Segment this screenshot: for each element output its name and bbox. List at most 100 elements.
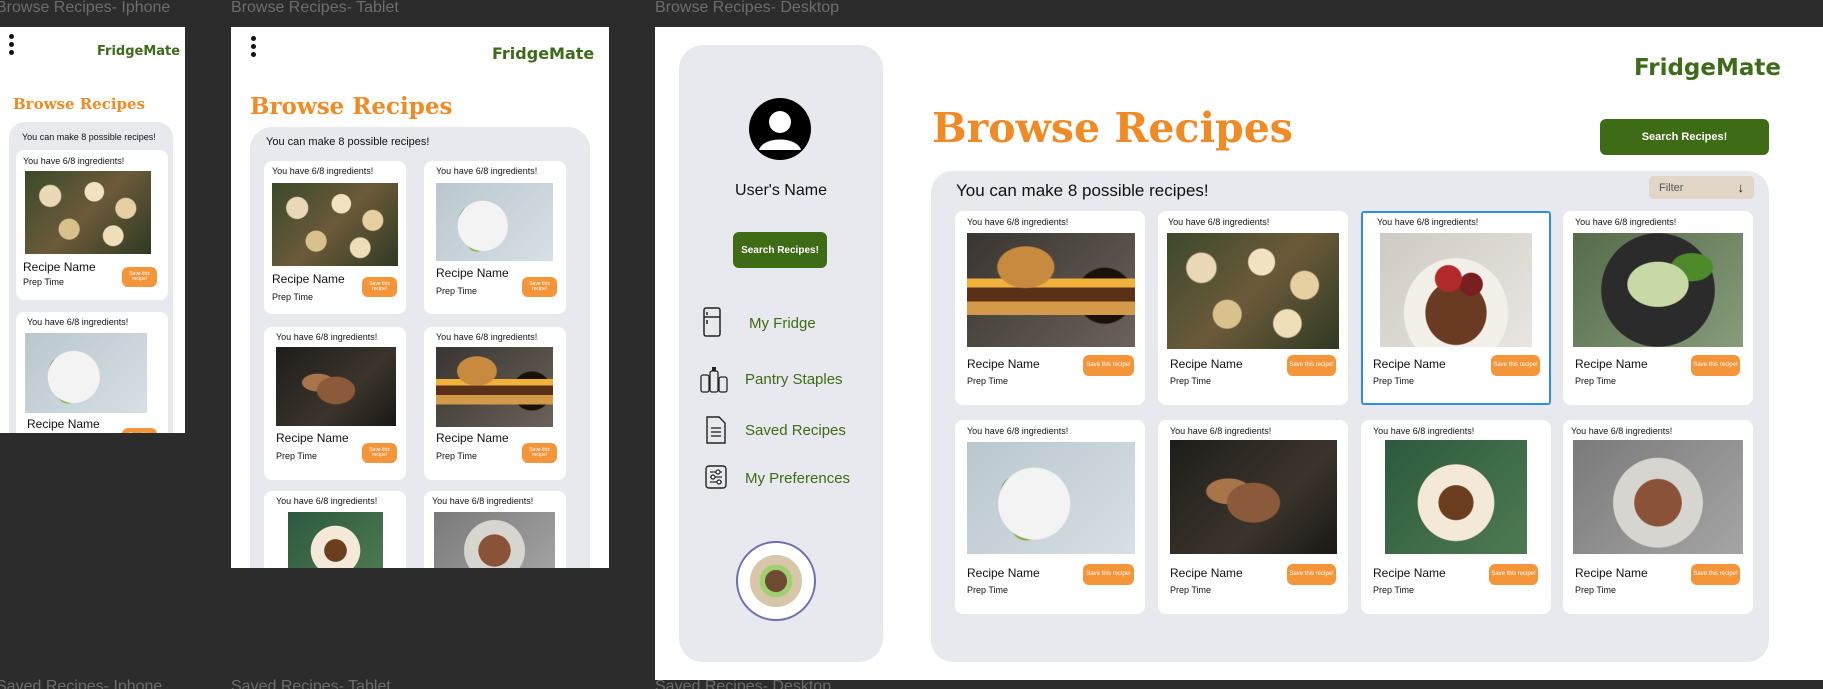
recipe-card[interactable]: You have 6/8 ingredients! Recipe Name Sa… (16, 312, 168, 433)
logo-bowl-icon (736, 541, 816, 621)
desktop-frame: User's Name Search Recipes! My Fridge Pa… (655, 27, 1823, 680)
recipe-name: Recipe Name (1170, 357, 1243, 371)
prep-time: Prep Time (272, 292, 314, 302)
ingredients-count: You have 6/8 ingredients! (27, 317, 129, 327)
recipe-name: Recipe Name (1575, 357, 1648, 371)
prep-time: Prep Time (967, 585, 1009, 595)
page-title: Browse Recipes (932, 104, 1293, 152)
prep-time: Prep Time (1373, 376, 1415, 386)
ingredients-count: You have 6/8 ingredients! (967, 426, 1069, 436)
recipe-card[interactable]: You have 6/8 ingredients! Recipe Name Pr… (1563, 420, 1753, 614)
recipe-card[interactable]: You have 6/8 ingredients! Recipe Name Pr… (955, 420, 1145, 614)
page-title: Browse Recipes (250, 93, 453, 120)
document-icon (705, 416, 727, 444)
possible-recipes-text: You can make 8 possible recipes! (266, 136, 430, 148)
frame-label-saved-iphone: Saved Recipes- Iphone (0, 678, 163, 689)
recipe-card[interactable]: You have 6/8 ingredients! Recipe Name Pr… (1361, 420, 1551, 614)
arrow-down-icon: ↓ (1737, 180, 1745, 195)
save-recipe-button[interactable]: Save this recipe! (122, 267, 157, 287)
ingredients-count: You have 6/8 ingredients! (967, 217, 1069, 227)
recipe-card[interactable]: You have 6/8 ingredients! Recipe Name Pr… (955, 211, 1145, 405)
ingredients-count: You have 6/8 ingredients! (1168, 217, 1270, 227)
prep-time: Prep Time (967, 376, 1009, 386)
recipe-card[interactable]: You have 6/8 ingredients! (264, 491, 406, 568)
sidebar-search-button[interactable]: Search Recipes! (733, 232, 827, 268)
sidebar: User's Name Search Recipes! My Fridge Pa… (679, 45, 883, 662)
recipe-image (25, 171, 151, 254)
iphone-frame: FridgeMate Browse Recipes You can make 8… (0, 27, 185, 433)
brand-logo: FridgeMate (1634, 55, 1781, 81)
sidebar-item-label: Pantry Staples (745, 370, 843, 388)
recipe-image (288, 512, 383, 568)
recipe-card[interactable]: You have 6/8 ingredients! Recipe Name Pr… (16, 150, 168, 300)
save-recipe-button[interactable]: Save this recipe! (1287, 564, 1336, 585)
recipe-card[interactable]: You have 6/8 ingredients! Recipe Name Pr… (1158, 211, 1348, 405)
save-recipe-button[interactable]: Save this recipe! (522, 443, 557, 463)
recipe-name: Recipe Name (1373, 357, 1446, 371)
prep-time: Prep Time (1170, 585, 1212, 595)
filter-label: Filter (1659, 181, 1684, 194)
frame-label-saved-tablet: Saved Recipes- Tablet (231, 678, 391, 689)
ingredients-count: You have 6/8 ingredients! (276, 332, 378, 342)
recipe-name: Recipe Name (967, 566, 1040, 580)
possible-recipes-text: You can make 8 possible recipes! (22, 132, 156, 142)
ingredients-count: You have 6/8 ingredients! (276, 496, 378, 506)
recipe-image (967, 442, 1135, 554)
recipe-name: Recipe Name (1170, 566, 1243, 580)
sidebar-item-pantry-staples[interactable]: Pantry Staples (699, 365, 843, 393)
prep-time: Prep Time (1575, 585, 1617, 595)
recipe-card[interactable]: You have 6/8 ingredients! Recipe Name Pr… (264, 327, 406, 480)
recipe-image (1380, 233, 1532, 347)
save-recipe-button[interactable]: Save this recipe! (1287, 355, 1336, 376)
pantry-icon (699, 365, 729, 393)
recipe-image (25, 333, 147, 413)
recipe-card-selected[interactable]: You have 6/8 ingredients! Recipe Name Pr… (1361, 211, 1551, 405)
save-recipe-button[interactable]: Save this recipe! (1083, 355, 1134, 376)
save-recipe-button[interactable]: Save this recipe! (1491, 355, 1540, 376)
save-recipe-button[interactable]: Save this recipe! (362, 277, 397, 297)
sliders-icon (705, 465, 727, 491)
recipe-card[interactable]: You have 6/8 ingredients! Recipe Name Pr… (424, 161, 566, 314)
sidebar-item-label: My Fridge (749, 314, 816, 332)
menu-icon[interactable] (251, 36, 256, 57)
recipe-card[interactable]: You have 6/8 ingredients! Recipe Name Pr… (264, 161, 406, 314)
ingredients-count: You have 6/8 ingredients! (1575, 217, 1677, 227)
avatar-icon[interactable] (749, 98, 811, 160)
sidebar-item-my-fridge[interactable]: My Fridge (701, 307, 816, 339)
save-recipe-button[interactable]: Save this recipe! (1691, 355, 1740, 376)
recipe-card[interactable]: You have 6/8 ingredients! Recipe Name Pr… (1158, 420, 1348, 614)
prep-time: Prep Time (1373, 585, 1415, 595)
save-recipe-button[interactable]: Save this recipe! (1691, 564, 1740, 585)
save-recipe-button[interactable]: Save this recipe! (1083, 564, 1134, 585)
ingredients-count: You have 6/8 ingredients! (272, 166, 374, 176)
fridge-icon (701, 307, 725, 339)
filter-dropdown[interactable]: Filter ↓ (1649, 176, 1754, 199)
recipe-card[interactable]: You have 6/8 ingredients! Recipe Name Pr… (1563, 211, 1753, 405)
sidebar-item-my-preferences[interactable]: My Preferences (705, 465, 850, 491)
recipe-image (436, 347, 553, 427)
recipe-card[interactable]: You have 6/8 ingredients! Recipe Name Pr… (424, 327, 566, 480)
sidebar-item-saved-recipes[interactable]: Saved Recipes (705, 416, 846, 444)
recipe-card[interactable]: You have 6/8 ingredients! (424, 491, 566, 568)
recipe-image (1385, 440, 1527, 554)
save-recipe-button[interactable]: Save this recipe! (1489, 564, 1538, 585)
recipe-image (967, 233, 1135, 347)
recipe-name: Recipe Name (272, 272, 345, 286)
save-recipe-button[interactable]: Save this recipe! (522, 277, 557, 297)
ingredients-count: You have 6/8 ingredients! (436, 166, 538, 176)
search-recipes-button[interactable]: Search Recipes! (1600, 119, 1769, 155)
ingredients-count: You have 6/8 ingredients! (1377, 217, 1479, 227)
recipe-name: Recipe Name (436, 266, 509, 280)
recipe-image (1573, 233, 1743, 347)
menu-icon[interactable] (9, 34, 14, 55)
save-recipe-button[interactable]: Save this recipe! (122, 428, 157, 433)
tablet-frame: FridgeMate Browse Recipes You can make 8… (231, 27, 609, 568)
ingredients-count: You have 6/8 ingredients! (1373, 426, 1475, 436)
ingredients-count: You have 6/8 ingredients! (1571, 426, 1673, 436)
recipe-name: Recipe Name (967, 357, 1040, 371)
ingredients-count: You have 6/8 ingredients! (23, 156, 125, 166)
save-recipe-button[interactable]: Save this recipe! (362, 443, 397, 463)
recipe-image (1170, 440, 1337, 554)
recipe-image (434, 512, 555, 568)
frame-label-iphone: Browse Recipes- Iphone (0, 0, 171, 16)
